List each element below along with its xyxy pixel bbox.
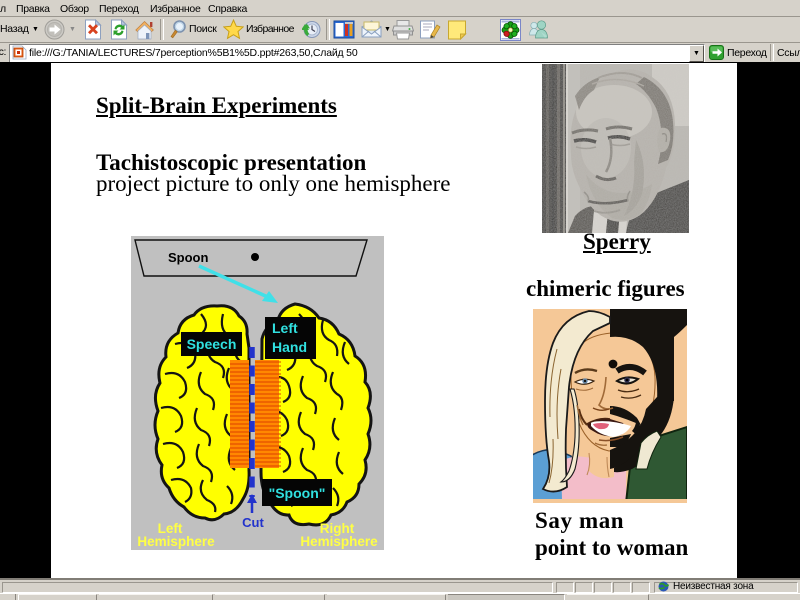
svg-text:Left: Left [272,320,298,336]
svg-text:Hemisphere: Hemisphere [300,534,378,549]
svg-text:Hand: Hand [272,339,307,355]
svg-text:Cut: Cut [242,515,264,530]
svg-text:Speech: Speech [187,336,237,352]
svg-text:Hemisphere: Hemisphere [137,534,215,549]
svg-text:"Spoon": "Spoon" [269,485,326,501]
svg-text:Spoon: Spoon [168,250,208,265]
